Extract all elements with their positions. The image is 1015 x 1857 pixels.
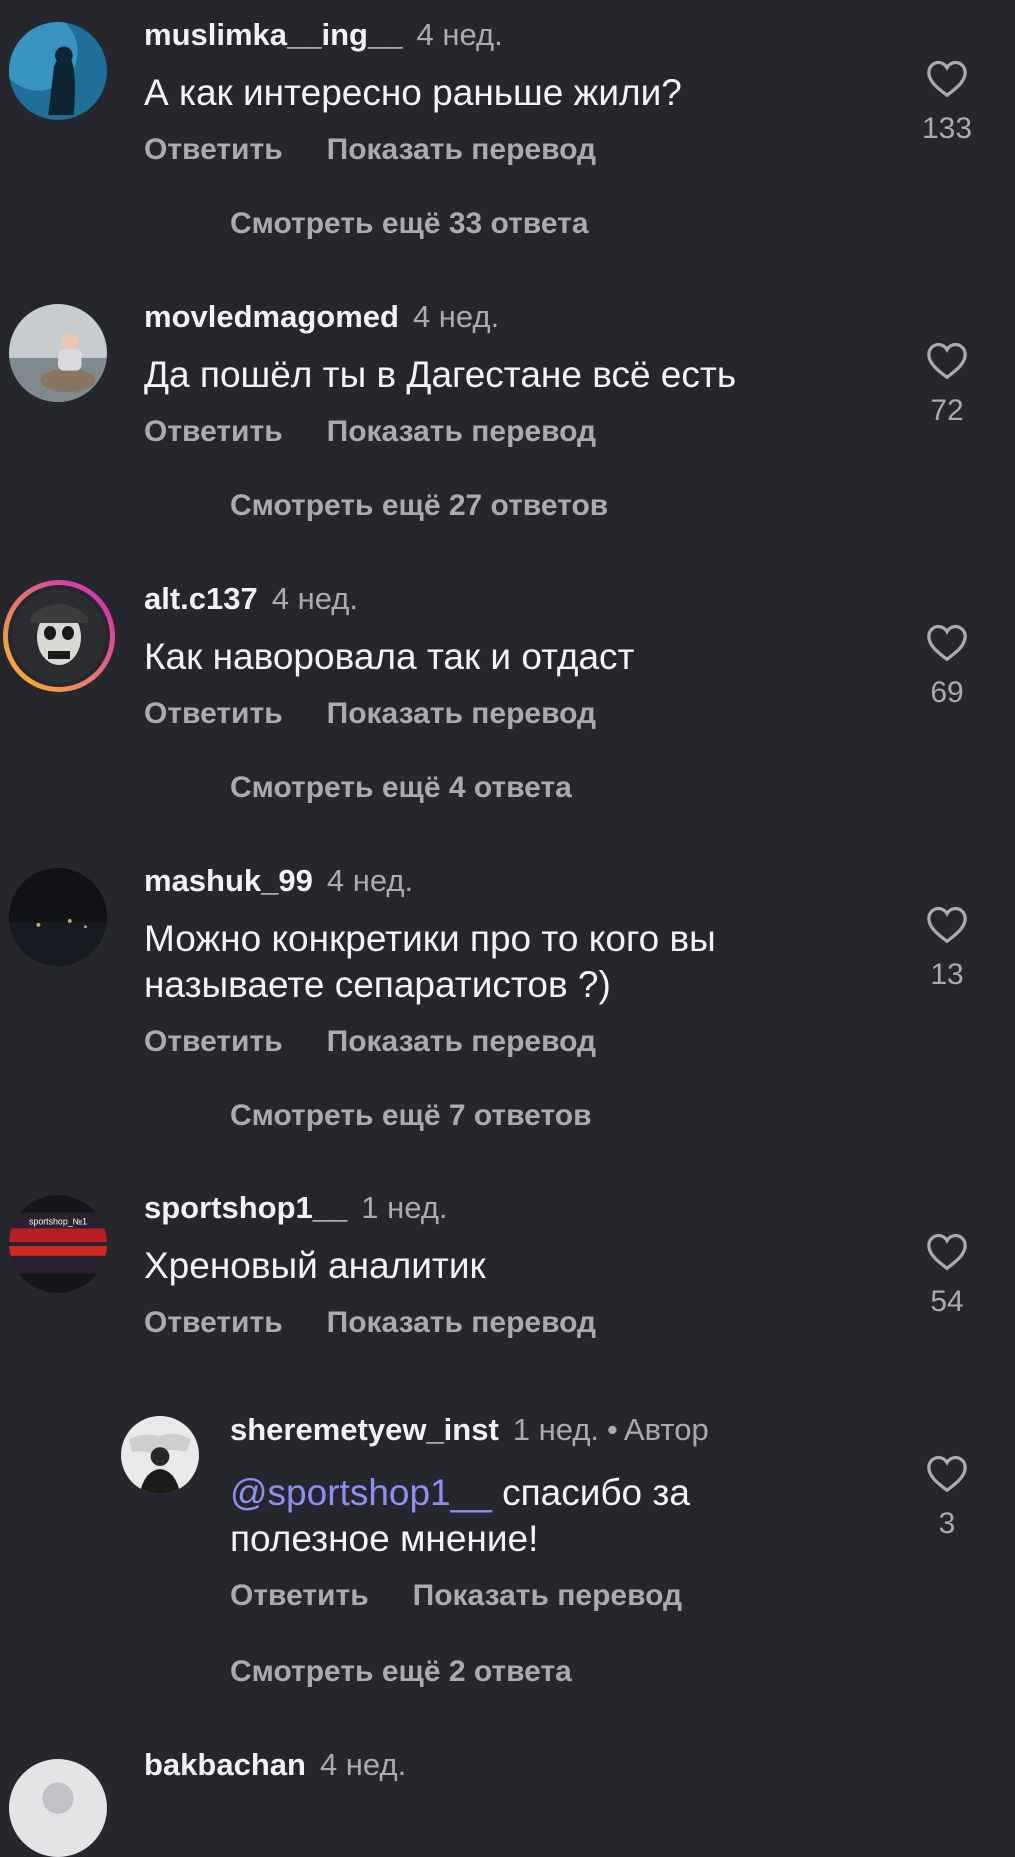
like-count: 133 bbox=[921, 112, 973, 145]
avatar[interactable] bbox=[9, 304, 107, 402]
separator-dot: • bbox=[607, 1412, 618, 1447]
heart-outline-icon[interactable] bbox=[925, 622, 969, 662]
like-control: 69 bbox=[899, 622, 995, 710]
show-translation-button[interactable]: Показать перевод bbox=[327, 1025, 596, 1058]
comment-meta: sheremetyew_inst 1 нед. • Автор bbox=[230, 1412, 709, 1448]
like-count: 54 bbox=[930, 1285, 964, 1318]
comment-meta: alt.c137 4 нед. bbox=[144, 581, 358, 617]
avatar[interactable] bbox=[9, 1759, 107, 1857]
username[interactable]: sportshop1__ bbox=[144, 1190, 347, 1225]
comment-meta: movledmagomed 4 нед. bbox=[144, 299, 499, 335]
username[interactable]: movledmagomed bbox=[144, 299, 399, 334]
username[interactable]: mashuk_99 bbox=[144, 863, 313, 898]
username[interactable]: sheremetyew_inst bbox=[230, 1412, 499, 1447]
like-control: 3 bbox=[899, 1453, 995, 1541]
comment-text: Как наворовала так и отдаст bbox=[144, 636, 635, 677]
view-more-replies-button[interactable]: Смотреть ещё 2 ответа bbox=[230, 1655, 572, 1689]
comment-actions: Ответить Показать перевод bbox=[144, 1306, 596, 1340]
avatar-with-story-ring[interactable] bbox=[0, 577, 118, 695]
comment-text: Можно конкретики про то кого вы называет… bbox=[144, 918, 716, 1005]
show-translation-button[interactable]: Показать перевод bbox=[327, 697, 596, 730]
comment-actions: Ответить Показать перевод bbox=[144, 1025, 596, 1059]
like-count: 72 bbox=[930, 394, 964, 427]
avatar[interactable] bbox=[9, 22, 107, 120]
username[interactable]: alt.c137 bbox=[144, 581, 258, 616]
comment-text: А как интересно раньше жили? bbox=[144, 72, 682, 113]
view-more-replies-button[interactable]: Смотреть ещё 4 ответа bbox=[230, 771, 572, 805]
comment-text: Да пошёл ты в Дагестане всё есть bbox=[144, 354, 737, 395]
comment-actions: Ответить Показать перевод bbox=[144, 415, 596, 449]
view-more-replies-button[interactable]: Смотреть ещё 27 ответов bbox=[230, 489, 608, 523]
heart-outline-icon[interactable] bbox=[925, 58, 969, 98]
show-translation-button[interactable]: Показать перевод bbox=[327, 133, 596, 166]
show-translation-button[interactable]: Показать перевод bbox=[413, 1579, 682, 1612]
view-more-replies-button[interactable]: Смотреть ещё 7 ответов bbox=[230, 1099, 592, 1133]
timestamp: 4 нед. bbox=[271, 581, 358, 616]
author-badge: Автор bbox=[623, 1412, 709, 1447]
comment-text: Хреновый аналитик bbox=[144, 1245, 486, 1286]
mention-link[interactable]: @sportshop1__ bbox=[230, 1472, 492, 1513]
like-count: 69 bbox=[930, 676, 964, 709]
timestamp: 4 нед. bbox=[326, 863, 414, 898]
avatar[interactable] bbox=[9, 868, 107, 966]
reply-button[interactable]: Ответить bbox=[144, 697, 283, 730]
like-control: 54 bbox=[899, 1231, 995, 1319]
heart-outline-icon[interactable] bbox=[925, 904, 969, 944]
reply-button[interactable]: Ответить bbox=[144, 415, 283, 448]
comment-meta: mashuk_99 4 нед. bbox=[144, 863, 413, 899]
username[interactable]: muslimka__ing__ bbox=[144, 17, 402, 52]
heart-outline-icon[interactable] bbox=[925, 1453, 969, 1493]
like-count: 3 bbox=[938, 1507, 956, 1540]
comment-actions: Ответить Показать перевод bbox=[230, 1579, 682, 1613]
avatar[interactable]: sportshop_№1 bbox=[9, 1195, 107, 1293]
heart-outline-icon[interactable] bbox=[925, 340, 969, 380]
avatar[interactable] bbox=[121, 1416, 199, 1494]
comment-meta: sportshop1__ 1 нед. bbox=[144, 1190, 448, 1226]
like-count: 13 bbox=[930, 958, 964, 991]
timestamp: 4 нед. bbox=[319, 1747, 407, 1782]
show-translation-button[interactable]: Показать перевод bbox=[327, 415, 596, 448]
timestamp: 4 нед. bbox=[412, 299, 500, 334]
comment-meta: bakbachan 4 нед. bbox=[144, 1747, 406, 1783]
reply-button[interactable]: Ответить bbox=[144, 1025, 283, 1058]
like-control: 72 bbox=[899, 340, 995, 428]
timestamp: 1 нед. bbox=[361, 1190, 448, 1225]
heart-outline-icon[interactable] bbox=[925, 1231, 969, 1271]
comment-actions: Ответить Показать перевод bbox=[144, 697, 596, 731]
comment-meta: muslimka__ing__ 4 нед. bbox=[144, 17, 503, 53]
avatar-thumbnail-text: sportshop_№1 bbox=[29, 1216, 87, 1226]
comment-text: @sportshop1__ спасибо за полезное мнение… bbox=[230, 1470, 790, 1562]
view-more-replies-button[interactable]: Смотреть ещё 33 ответа bbox=[230, 207, 589, 241]
reply-button[interactable]: Ответить bbox=[230, 1579, 369, 1612]
timestamp: 4 нед. bbox=[416, 17, 503, 52]
like-control: 13 bbox=[899, 904, 995, 992]
comment-actions: Ответить Показать перевод bbox=[144, 133, 596, 167]
like-control: 133 bbox=[899, 58, 995, 146]
username[interactable]: bakbachan bbox=[144, 1747, 306, 1782]
show-translation-button[interactable]: Показать перевод bbox=[327, 1306, 596, 1339]
timestamp: 1 нед. bbox=[512, 1412, 600, 1447]
reply-button[interactable]: Ответить bbox=[144, 1306, 283, 1339]
reply-button[interactable]: Ответить bbox=[144, 133, 283, 166]
